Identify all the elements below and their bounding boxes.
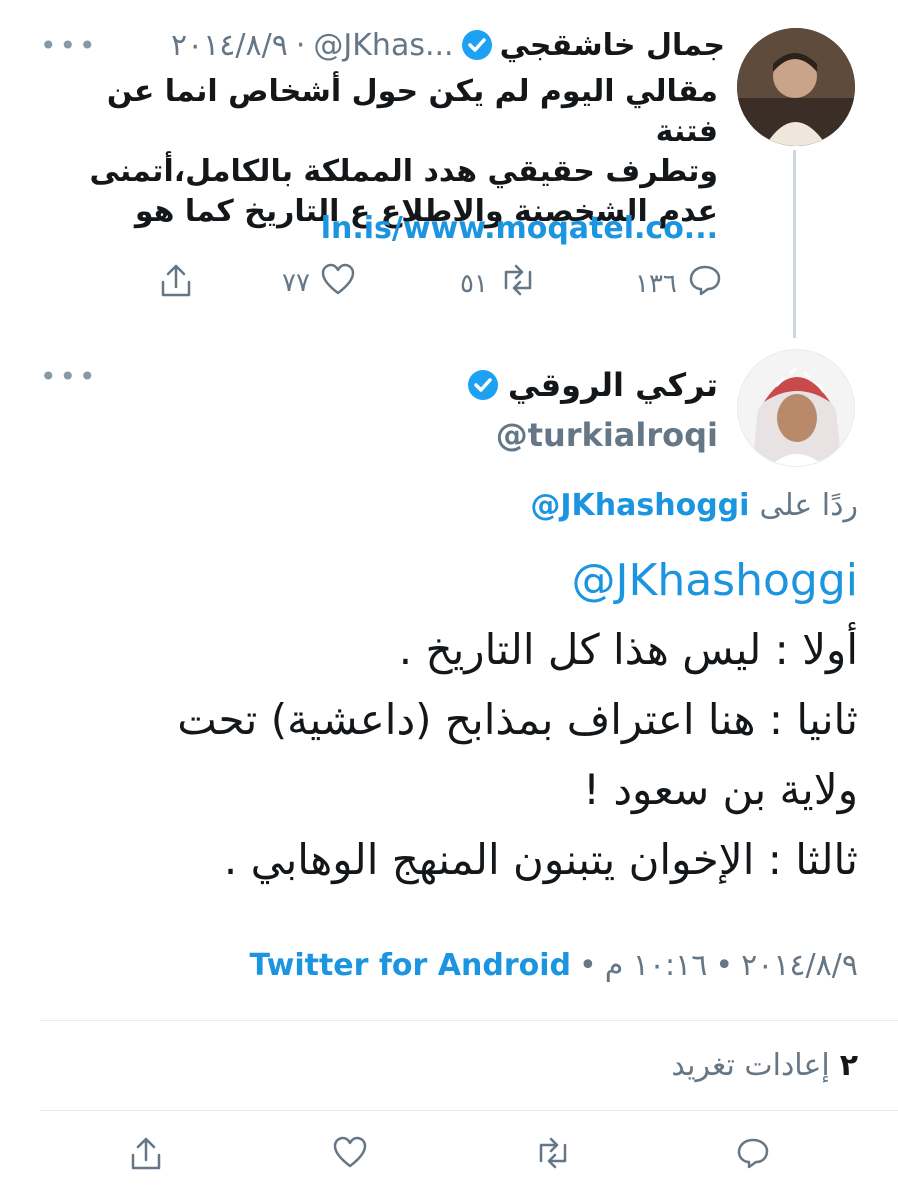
parent-retweet-count: ٥١ [460, 268, 488, 299]
main-text-line: أولا : ليس هذا كل التاريخ . [398, 625, 858, 674]
meta-separator: • [579, 948, 597, 983]
parent-share-button[interactable] [158, 262, 194, 307]
retweet-stats[interactable]: إعادات تغريد ٢ [671, 1048, 858, 1083]
verified-badge-icon [461, 30, 492, 60]
main-text-line: ثانيا : هنا اعتراف بمذابح (داعشية) تحت [177, 695, 858, 744]
reply-icon [687, 262, 723, 305]
tweet-source[interactable]: Twitter for Android [249, 948, 571, 983]
parent-text-line: وتطرف حقيقي هدد المملكة بالكامل،أتمنى [89, 154, 718, 189]
share-icon [158, 262, 194, 307]
main-tweet-mention[interactable]: @JKhashoggi [572, 555, 859, 606]
parent-reply-count: ١٣٦ [635, 268, 677, 299]
replying-to-label: ردًا على [759, 488, 858, 523]
retweet-icon [533, 1137, 573, 1175]
parent-like-count: ٧٧ [282, 267, 310, 298]
reply-icon [735, 1138, 771, 1175]
parent-tweet-header: ••• ٢٠١٤/٨/٩ · @JKhas... جمال خاشقجي [40, 20, 725, 70]
parent-tweet-link[interactable]: ln.is/www.moqatel.co... [321, 211, 718, 246]
heart-icon [332, 1136, 368, 1173]
verified-badge-icon [467, 370, 498, 400]
parent-date[interactable]: ٢٠١٤/٨/٩ [171, 28, 288, 63]
divider [40, 1110, 898, 1111]
retweet-stats-count: ٢ [839, 1048, 858, 1083]
replying-to: @JKhashoggi ردًا على [530, 488, 858, 523]
like-button[interactable] [332, 1135, 368, 1173]
parent-author-name[interactable]: جمال خاشقجي [500, 28, 725, 63]
meta-separator: • [715, 948, 734, 983]
divider [40, 1020, 898, 1021]
main-tweet-text: أولا : ليس هذا كل التاريخ . ثانيا : هنا … [38, 615, 858, 895]
tweet-date: ٢٠١٤/٨/٩ [741, 948, 858, 983]
main-tweet-author-row: تركي الروقي [467, 366, 718, 404]
main-author-name[interactable]: تركي الروقي [508, 366, 718, 404]
parent-more-options-icon[interactable]: ••• [40, 29, 99, 62]
parent-handle[interactable]: @JKhas... [313, 28, 453, 63]
main-text-line: ثالثا : الإخوان يتبنون المنهج الوهابي . [223, 835, 858, 884]
parent-separator: · [295, 27, 306, 63]
parent-author-avatar[interactable] [737, 28, 855, 146]
parent-text-line: مقالي اليوم لم يكن حول أشخاص انما عن فتن… [106, 74, 718, 149]
main-author-avatar[interactable] [737, 349, 855, 467]
parent-reply-button[interactable]: ١٣٦ [635, 262, 723, 305]
retweet-stats-label: إعادات تغريد [671, 1048, 830, 1083]
retweet-icon [498, 262, 538, 305]
share-button[interactable] [128, 1135, 164, 1177]
reply-button[interactable] [735, 1135, 771, 1175]
main-text-line: ولاية بن سعود ! [583, 765, 858, 814]
replying-to-mention[interactable]: @JKhashoggi [530, 488, 749, 523]
parent-like-button[interactable]: ٧٧ [282, 262, 356, 303]
main-author-handle[interactable]: @turkialroqi [496, 416, 718, 454]
tweet-time: ١٠:١٦ م [604, 948, 708, 983]
thread-connector-line [793, 150, 796, 338]
heart-icon [320, 262, 356, 303]
tweet-metadata: Twitter for Android • ١٠:١٦ م • ٢٠١٤/٨/٩ [249, 948, 858, 983]
parent-retweet-button[interactable]: ٥١ [460, 262, 538, 305]
parent-tweet-text: مقالي اليوم لم يكن حول أشخاص انما عن فتن… [38, 72, 718, 232]
retweet-button[interactable] [533, 1135, 573, 1175]
share-icon [128, 1137, 164, 1177]
main-more-options-icon[interactable]: ••• [40, 360, 99, 393]
